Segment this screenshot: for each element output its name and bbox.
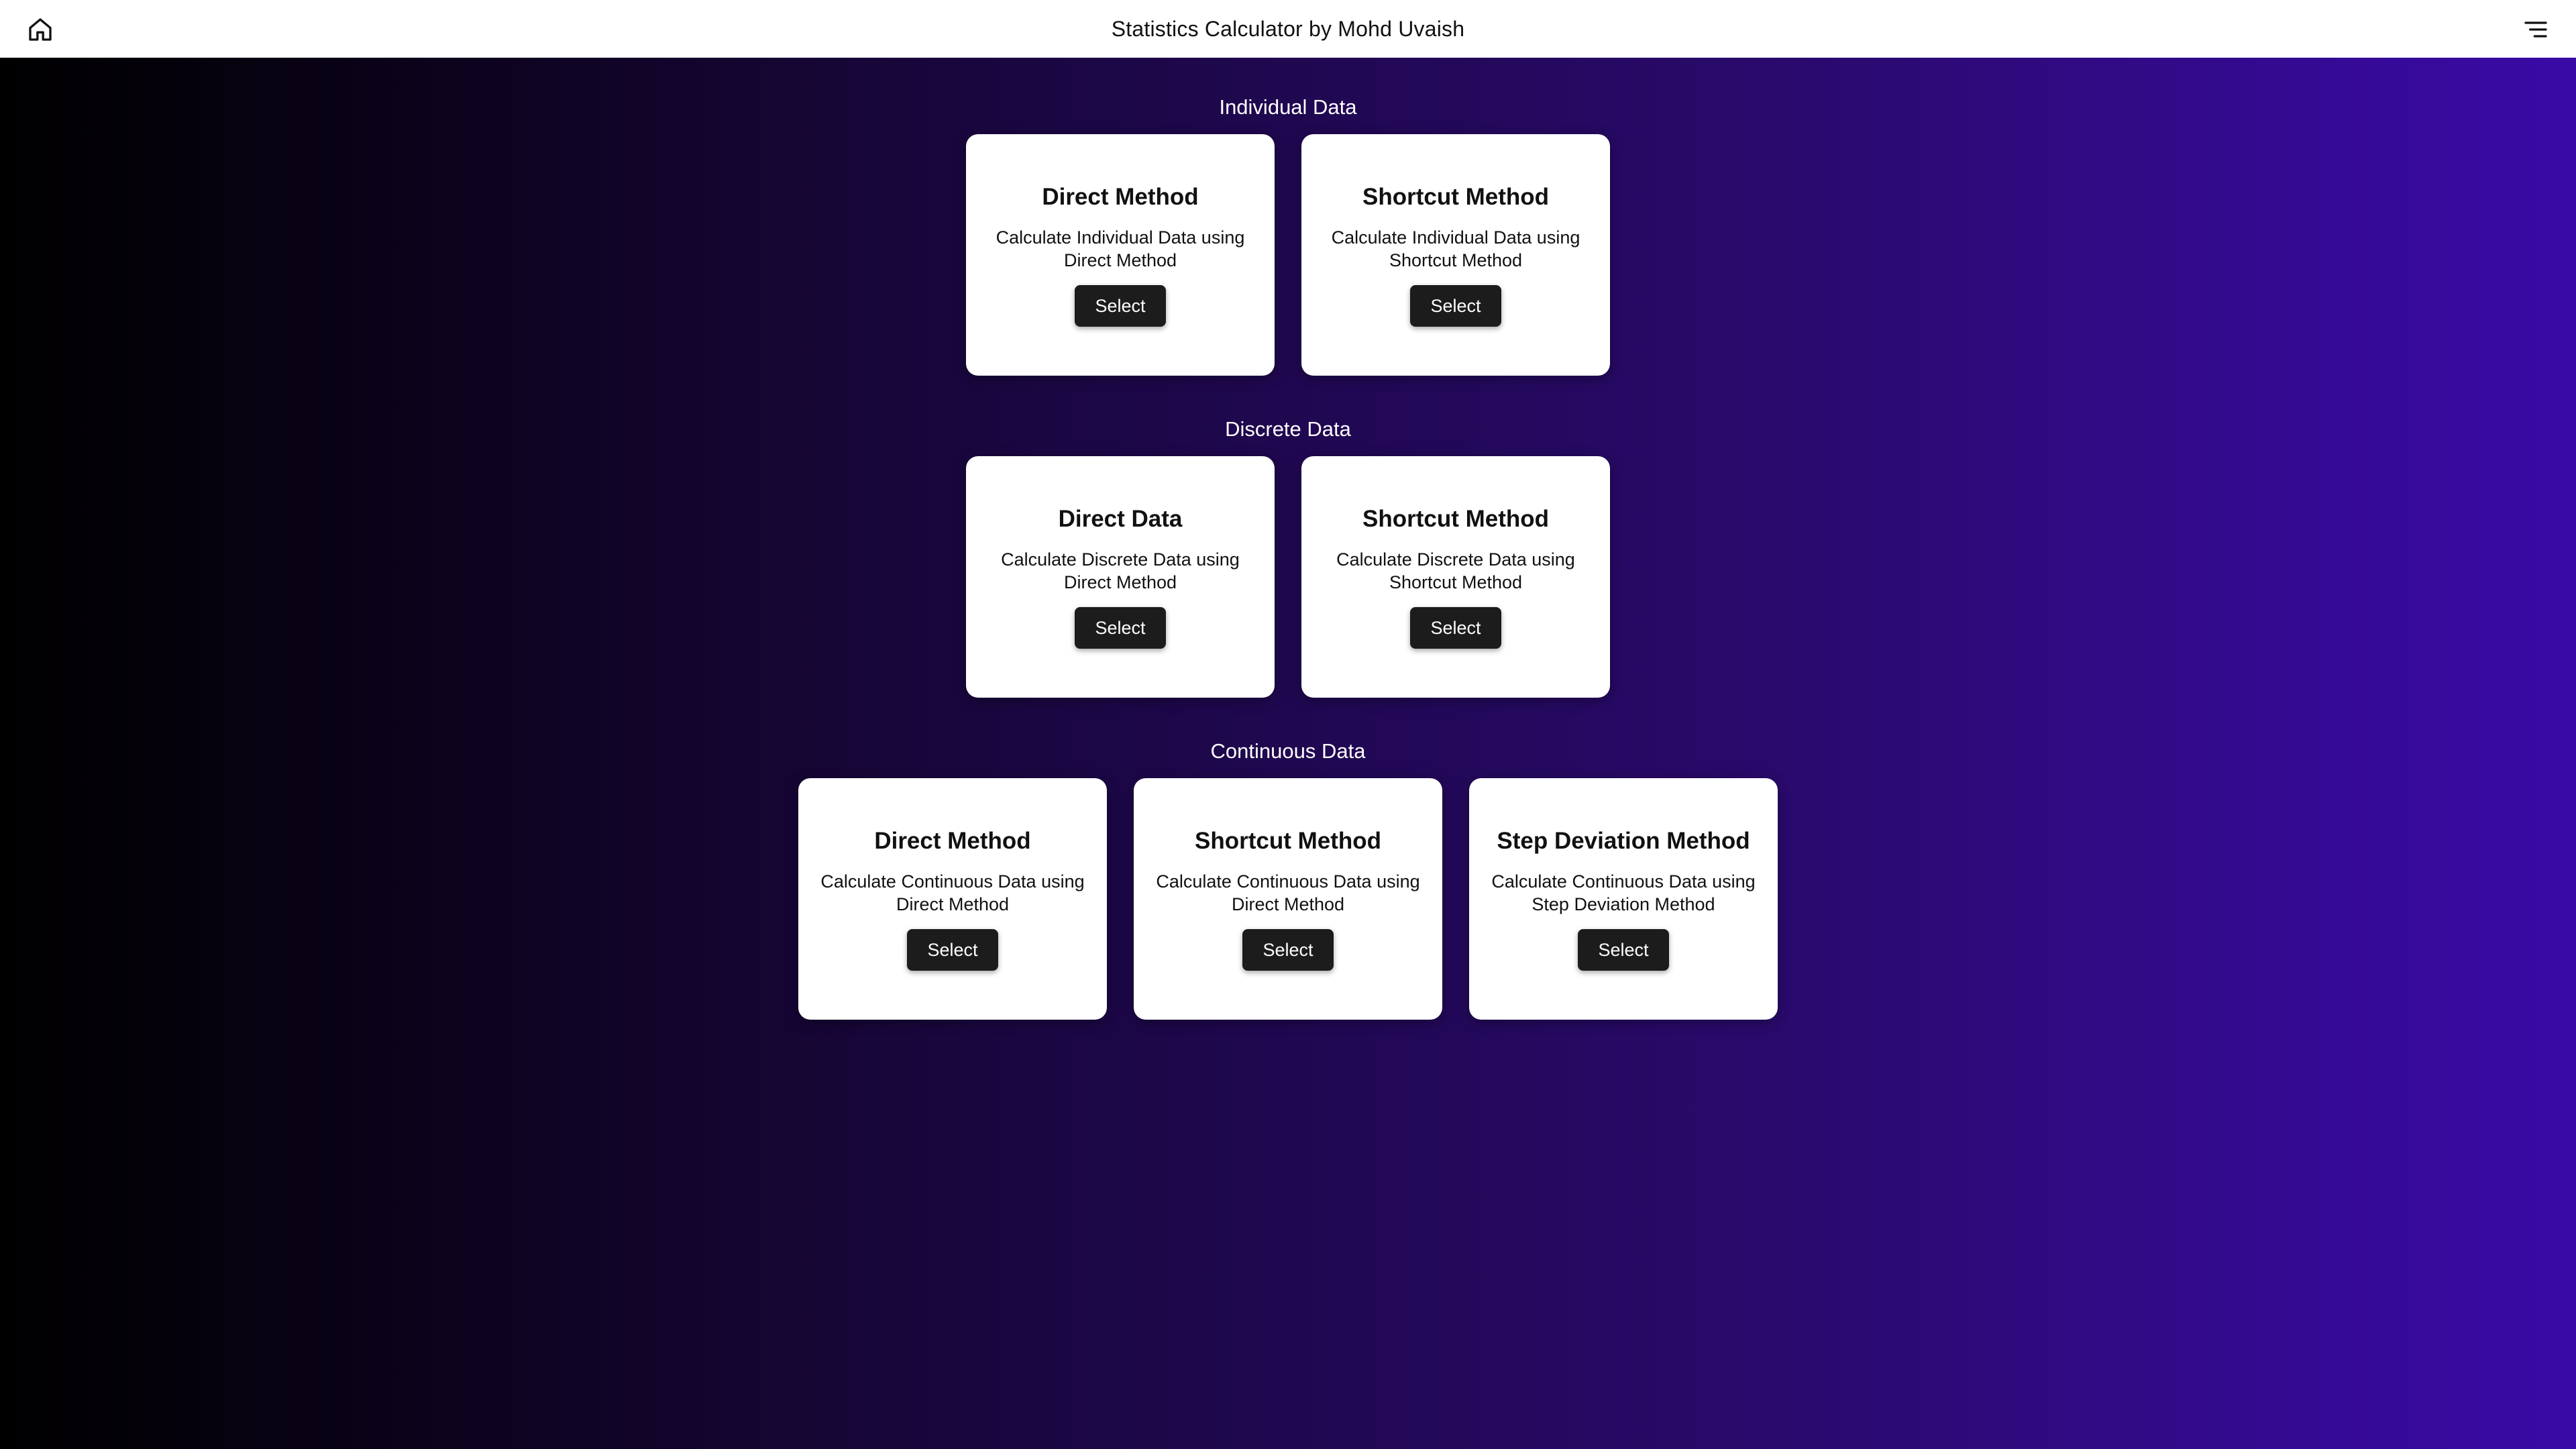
- card-description: Calculate Discrete Data using Direct Met…: [1001, 549, 1240, 592]
- page-title: Statistics Calculator by Mohd Uvaish: [1111, 16, 1465, 41]
- card-description: Calculate Continuous Data using Step Dev…: [1491, 871, 1756, 914]
- card-description: Calculate Individual Data using Direct M…: [996, 227, 1245, 270]
- card-title: Direct Method: [874, 828, 1031, 854]
- card-title: Shortcut Method: [1362, 506, 1550, 532]
- card-continuous-step-deviation-method: Step Deviation Method Calculate Continuo…: [1469, 778, 1778, 1020]
- card-individual-direct-method: Direct Method Calculate Individual Data …: [966, 134, 1275, 376]
- select-button[interactable]: Select: [1075, 607, 1166, 649]
- card-description: Calculate Individual Data using Shortcut…: [1331, 227, 1580, 270]
- select-button[interactable]: Select: [907, 929, 998, 971]
- card-continuous-direct-method: Direct Method Calculate Continuous Data …: [798, 778, 1107, 1020]
- select-button[interactable]: Select: [1410, 607, 1501, 649]
- card-description: Calculate Discrete Data using Shortcut M…: [1336, 549, 1575, 592]
- card-discrete-shortcut-method: Shortcut Method Calculate Discrete Data …: [1301, 456, 1610, 698]
- select-button[interactable]: Select: [1410, 285, 1501, 327]
- card-title: Step Deviation Method: [1497, 828, 1750, 854]
- section-title-discrete-data: Discrete Data: [1225, 417, 1351, 441]
- card-individual-shortcut-method: Shortcut Method Calculate Individual Dat…: [1301, 134, 1610, 376]
- card-title: Direct Method: [1042, 184, 1199, 210]
- card-description: Calculate Continuous Data using Direct M…: [1156, 871, 1420, 914]
- card-title: Shortcut Method: [1362, 184, 1550, 210]
- select-button[interactable]: Select: [1075, 285, 1166, 327]
- home-button[interactable]: [25, 15, 55, 44]
- card-continuous-shortcut-method: Shortcut Method Calculate Continuous Dat…: [1134, 778, 1442, 1020]
- select-button[interactable]: Select: [1242, 929, 1334, 971]
- menu-icon: [2524, 21, 2547, 38]
- card-description: Calculate Continuous Data using Direct M…: [820, 871, 1085, 914]
- top-bar: Statistics Calculator by Mohd Uvaish: [0, 0, 2576, 58]
- menu-button[interactable]: [2521, 15, 2551, 44]
- section-title-continuous-data: Continuous Data: [1210, 739, 1366, 763]
- section-title-individual-data: Individual Data: [1219, 95, 1357, 119]
- card-title: Shortcut Method: [1194, 828, 1382, 854]
- home-icon: [29, 18, 52, 41]
- card-title: Direct Data: [1058, 506, 1183, 532]
- select-button[interactable]: Select: [1578, 929, 1669, 971]
- card-discrete-direct-data: Direct Data Calculate Discrete Data usin…: [966, 456, 1275, 698]
